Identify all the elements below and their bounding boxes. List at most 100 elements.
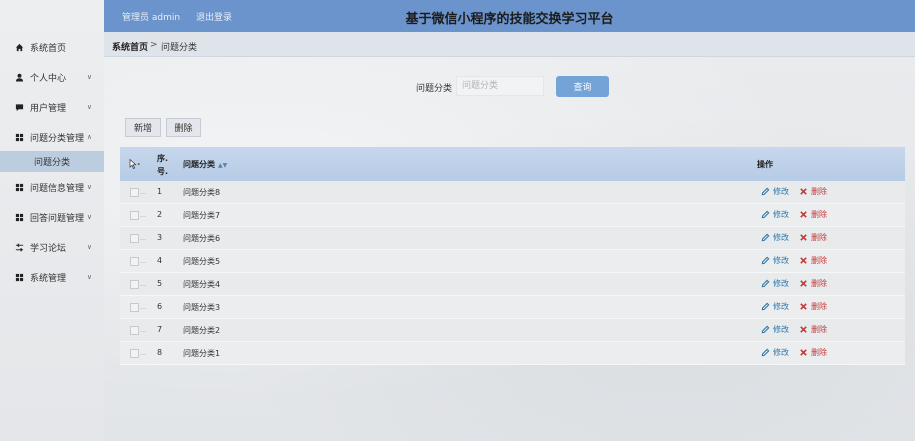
row-edit-button[interactable]: 修改 [761, 301, 789, 312]
row-category: 问题分类5 [183, 257, 221, 266]
column-category[interactable]: 问题分类 ▲▼ [183, 159, 227, 170]
close-icon [800, 211, 807, 218]
sidebar-item-question-info-management[interactable]: 问题信息管理 ∨ [0, 176, 104, 198]
row-delete-label: 删除 [811, 348, 827, 357]
row-edit-button[interactable]: 修改 [761, 324, 789, 335]
sidebar-item-label: 系统管理 [30, 273, 67, 284]
row-index: 3 [157, 233, 163, 242]
sort-icon: ▲▼ [218, 162, 228, 169]
row-checkbox-indicator: … [140, 304, 146, 311]
sidebar: 系统首页 个人中心 ∨ 用户管理 ∨ 问题分类管理 ∧ 问题分类 问题信息管理 … [0, 0, 104, 441]
row-delete-label: 删除 [811, 256, 827, 265]
pencil-icon [761, 210, 770, 219]
row-delete-button[interactable]: 删除 [799, 209, 827, 220]
close-icon [800, 280, 807, 287]
row-delete-button[interactable]: 删除 [799, 301, 827, 312]
close-icon [800, 234, 807, 241]
column-index-line2: 号. [157, 167, 169, 176]
row-category: 问题分类3 [183, 303, 221, 312]
row-checkbox-indicator: … [140, 212, 146, 219]
column-index-line1: 序. [157, 154, 169, 163]
row-edit-label: 修改 [773, 187, 789, 196]
row-edit-label: 修改 [773, 233, 789, 242]
row-checkbox[interactable] [130, 303, 139, 312]
row-index: 4 [157, 256, 163, 265]
sliders-icon [14, 242, 24, 252]
row-delete-label: 删除 [811, 187, 827, 196]
row-edit-label: 修改 [773, 279, 789, 288]
pencil-icon [761, 233, 770, 242]
row-delete-button[interactable]: 删除 [799, 255, 827, 266]
add-button[interactable]: 新增 [125, 118, 161, 137]
pencil-icon [761, 325, 770, 334]
row-edit-label: 修改 [773, 325, 789, 334]
row-edit-label: 修改 [773, 210, 789, 219]
row-index: 8 [157, 348, 163, 357]
row-delete-button[interactable]: 删除 [799, 186, 827, 197]
row-edit-button[interactable]: 修改 [761, 255, 789, 266]
chevron-down-icon: ∨ [86, 73, 92, 81]
row-category: 问题分类4 [183, 280, 221, 289]
breadcrumb: 系统首页 > 问题分类 [104, 32, 915, 57]
row-category: 问题分类6 [183, 234, 221, 243]
table-row: … 6 问题分类3 修改 删除 [120, 296, 905, 319]
sidebar-item-system-management[interactable]: 系统管理 ∨ [0, 266, 104, 288]
delete-button[interactable]: 删除 [166, 118, 201, 137]
sidebar-item-answer-management[interactable]: 回答问题管理 ∨ [0, 206, 104, 228]
row-checkbox[interactable] [130, 326, 139, 335]
row-checkbox[interactable] [130, 188, 139, 197]
row-checkbox[interactable] [130, 349, 139, 358]
table-row: … 4 问题分类5 修改 删除 [120, 250, 905, 273]
chevron-down-icon: ∨ [86, 273, 92, 281]
row-checkbox-indicator: … [140, 258, 146, 265]
select-all-icon[interactable] [129, 158, 141, 171]
close-icon [800, 303, 807, 310]
row-checkbox[interactable] [130, 234, 139, 243]
row-checkbox[interactable] [130, 257, 139, 266]
sidebar-item-label: 问题信息管理 [30, 183, 85, 194]
row-edit-button[interactable]: 修改 [761, 278, 789, 289]
category-table: 序. 号. 问题分类 ▲▼ 操作 … 1 问题分类8 修改 删除 … 2 问题分类… [120, 147, 905, 365]
row-checkbox[interactable] [130, 211, 139, 220]
row-edit-label: 修改 [773, 256, 789, 265]
pencil-icon [761, 302, 770, 311]
sidebar-item-label: 学习论坛 [30, 243, 67, 254]
sidebar-item-learning-forum[interactable]: 学习论坛 ∨ [0, 236, 104, 258]
grid-icon [14, 132, 24, 142]
grid-icon [14, 212, 24, 222]
pencil-icon [761, 187, 770, 196]
sidebar-subitem-label: 问题分类 [34, 158, 71, 168]
row-checkbox-indicator: … [140, 235, 146, 242]
row-category: 问题分类7 [183, 211, 221, 220]
row-edit-button[interactable]: 修改 [761, 209, 789, 220]
row-delete-button[interactable]: 删除 [799, 278, 827, 289]
app-title: 基于微信小程序的技能交换学习平台 [405, 12, 614, 27]
row-edit-button[interactable]: 修改 [761, 186, 789, 197]
row-index: 2 [157, 210, 163, 219]
row-delete-button[interactable]: 删除 [799, 347, 827, 358]
sidebar-item-personal-center[interactable]: 个人中心 ∨ [0, 66, 104, 88]
close-icon [800, 188, 807, 195]
close-icon [800, 257, 807, 264]
breadcrumb-separator: > [150, 40, 158, 50]
chevron-down-icon: ∨ [86, 243, 92, 251]
close-icon [800, 326, 807, 333]
table-row: … 7 问题分类2 修改 删除 [120, 319, 905, 342]
row-checkbox[interactable] [130, 280, 139, 289]
row-delete-label: 删除 [811, 325, 827, 334]
row-delete-button[interactable]: 删除 [799, 324, 827, 335]
search-button[interactable]: 查询 [556, 76, 609, 97]
row-delete-button[interactable]: 删除 [799, 232, 827, 243]
sidebar-subitem-question-category[interactable]: 问题分类 [0, 151, 104, 172]
row-edit-button[interactable]: 修改 [761, 347, 789, 358]
row-index: 7 [157, 325, 163, 334]
grid-icon [14, 272, 24, 282]
row-edit-label: 修改 [773, 348, 789, 357]
row-edit-button[interactable]: 修改 [761, 232, 789, 243]
search-input[interactable] [456, 76, 544, 96]
sidebar-item-question-category-management[interactable]: 问题分类管理 ∧ [0, 126, 104, 148]
row-delete-label: 删除 [811, 302, 827, 311]
sidebar-item-user-management[interactable]: 用户管理 ∨ [0, 96, 104, 118]
sidebar-item-home[interactable]: 系统首页 [0, 36, 104, 58]
breadcrumb-home[interactable]: 系统首页 [112, 40, 148, 53]
